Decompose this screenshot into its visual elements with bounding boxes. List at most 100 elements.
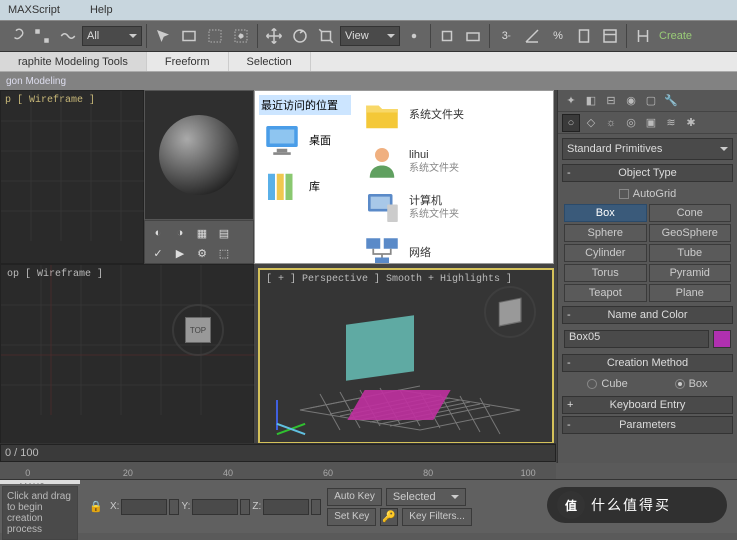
cube-radio[interactable]: Cube <box>587 378 627 390</box>
sphere-button[interactable]: Sphere <box>564 224 647 242</box>
waves-icon[interactable] <box>56 24 80 48</box>
fb-sysfolder[interactable]: 系统文件夹 <box>359 95 551 137</box>
z-spinner[interactable] <box>311 499 321 515</box>
cameras-icon[interactable]: ◎ <box>622 114 640 132</box>
window-crossing-icon[interactable] <box>229 24 253 48</box>
geosphere-button[interactable]: GeoSphere <box>649 224 732 242</box>
schematic-icon[interactable] <box>30 24 54 48</box>
uv-tiling-icon[interactable]: ▤ <box>214 224 234 242</box>
helpers-icon[interactable]: ▣ <box>642 114 660 132</box>
x-spinner[interactable] <box>169 499 179 515</box>
box-radio[interactable]: Box <box>675 378 708 390</box>
setkey-button[interactable]: Set Key <box>327 508 376 526</box>
key-target-combo[interactable]: Selected <box>386 488 466 506</box>
pivot-icon[interactable] <box>402 24 426 48</box>
watermark: 值 什么值得买 <box>547 487 727 523</box>
viewport-bottom-left[interactable]: op [ Wireframe ] <box>0 264 254 444</box>
background-icon[interactable]: ▦ <box>192 224 212 242</box>
spacewarps-icon[interactable]: ≋ <box>662 114 680 132</box>
timeline[interactable]: 0 / 100 0 20 40 60 80 100 <box>0 443 556 479</box>
display-tab-icon[interactable]: ▢ <box>642 92 660 110</box>
z-input[interactable] <box>263 499 309 515</box>
tab-selection[interactable]: Selection <box>229 52 311 71</box>
key-icon[interactable]: 🔑 <box>380 508 398 526</box>
make-preview-icon[interactable]: ▶ <box>170 244 190 262</box>
pyramid-button[interactable]: Pyramid <box>649 264 732 282</box>
object-name-input[interactable]: Box05 <box>564 330 709 348</box>
ribbon-subtab[interactable]: gon Modeling <box>0 72 737 90</box>
select-name-icon[interactable] <box>177 24 201 48</box>
spinner-snap-icon[interactable] <box>572 24 596 48</box>
fb-library[interactable]: 库 <box>259 165 351 207</box>
name-color-header[interactable]: -Name and Color <box>562 306 733 324</box>
fb-lihui[interactable]: lihui系统文件夹 <box>359 141 551 183</box>
cone-button[interactable]: Cone <box>649 204 732 222</box>
create-tab-icon[interactable]: ✦ <box>562 92 580 110</box>
hierarchy-tab-icon[interactable]: ⊟ <box>602 92 620 110</box>
align-icon[interactable] <box>631 24 655 48</box>
tab-freeform[interactable]: Freeform <box>147 52 229 71</box>
teapot-button[interactable]: Teapot <box>564 284 647 302</box>
creation-method-header[interactable]: -Creation Method <box>562 354 733 372</box>
viewport-top-left[interactable]: p [ Wireframe ] <box>0 90 144 264</box>
tab-modeling-tools[interactable]: raphite Modeling Tools <box>0 52 147 71</box>
create-label[interactable]: Create <box>657 24 694 48</box>
angle-snap-icon[interactable] <box>520 24 544 48</box>
link-icon[interactable] <box>4 24 28 48</box>
x-input[interactable] <box>121 499 167 515</box>
video-check-icon[interactable]: ✓ <box>148 244 168 262</box>
menu-help[interactable]: Help <box>90 4 113 16</box>
geometry-icon[interactable]: ○ <box>562 114 580 132</box>
keyboard-shortcut-icon[interactable] <box>461 24 485 48</box>
material-preview[interactable] <box>144 90 254 220</box>
select-rect-icon[interactable] <box>203 24 227 48</box>
sample-type-icon[interactable]: ◐ <box>148 224 168 242</box>
manipulate-icon[interactable] <box>435 24 459 48</box>
parameters-header[interactable]: -Parameters <box>562 416 733 434</box>
fb-desktop[interactable]: 桌面 <box>259 119 351 161</box>
menu-maxscript[interactable]: MAXScript <box>8 4 60 16</box>
fb-recent[interactable]: 最近访问的位置 <box>259 95 351 115</box>
utilities-tab-icon[interactable]: 🔧 <box>662 92 680 110</box>
box-object[interactable] <box>346 315 414 381</box>
options-icon[interactable]: ⚙ <box>192 244 212 262</box>
shapes-icon[interactable]: ◇ <box>582 114 600 132</box>
selection-filter-combo[interactable]: All <box>82 26 142 46</box>
torus-button[interactable]: Torus <box>564 264 647 282</box>
keyfilters-button[interactable]: Key Filters... <box>402 508 472 526</box>
box-button[interactable]: Box <box>564 204 647 222</box>
select-by-mat-icon[interactable]: ⬚ <box>214 244 234 262</box>
motion-tab-icon[interactable]: ◉ <box>622 92 640 110</box>
autokey-button[interactable]: Auto Key <box>327 488 382 506</box>
object-type-header[interactable]: -Object Type <box>562 164 733 182</box>
scale-icon[interactable] <box>314 24 338 48</box>
file-browser[interactable]: 最近访问的位置 桌面 库 系统文件夹 lihui系统文件夹 计算机系统 <box>254 90 554 264</box>
autogrid-checkbox[interactable]: AutoGrid <box>564 186 731 202</box>
systems-icon[interactable]: ✱ <box>682 114 700 132</box>
snap-icon[interactable]: 3▫ <box>494 24 518 48</box>
select-icon[interactable] <box>151 24 175 48</box>
viewcube[interactable] <box>488 290 532 334</box>
lock-icon[interactable]: 🔒 <box>84 495 108 519</box>
y-spinner[interactable] <box>240 499 250 515</box>
color-swatch[interactable] <box>713 330 731 348</box>
plane-object[interactable] <box>347 390 450 420</box>
network-label: 网络 <box>409 247 431 260</box>
tube-button[interactable]: Tube <box>649 244 732 262</box>
rotate-icon[interactable] <box>288 24 312 48</box>
modify-tab-icon[interactable]: ◧ <box>582 92 600 110</box>
editor-icon[interactable] <box>598 24 622 48</box>
primitives-combo[interactable]: Standard Primitives <box>562 138 733 160</box>
viewcube[interactable]: TOP <box>176 308 220 352</box>
fb-computer[interactable]: 计算机系统文件夹 <box>359 187 551 229</box>
percent-snap-icon[interactable]: % <box>546 24 570 48</box>
move-icon[interactable] <box>262 24 286 48</box>
ref-coord-combo[interactable]: View <box>340 26 400 46</box>
keyboard-entry-header[interactable]: +Keyboard Entry <box>562 396 733 414</box>
y-input[interactable] <box>192 499 238 515</box>
cylinder-button[interactable]: Cylinder <box>564 244 647 262</box>
plane-button[interactable]: Plane <box>649 284 732 302</box>
backlight-icon[interactable]: ◑ <box>170 224 190 242</box>
fb-network[interactable]: 网络 <box>359 233 551 264</box>
lights-icon[interactable]: ☼ <box>602 114 620 132</box>
